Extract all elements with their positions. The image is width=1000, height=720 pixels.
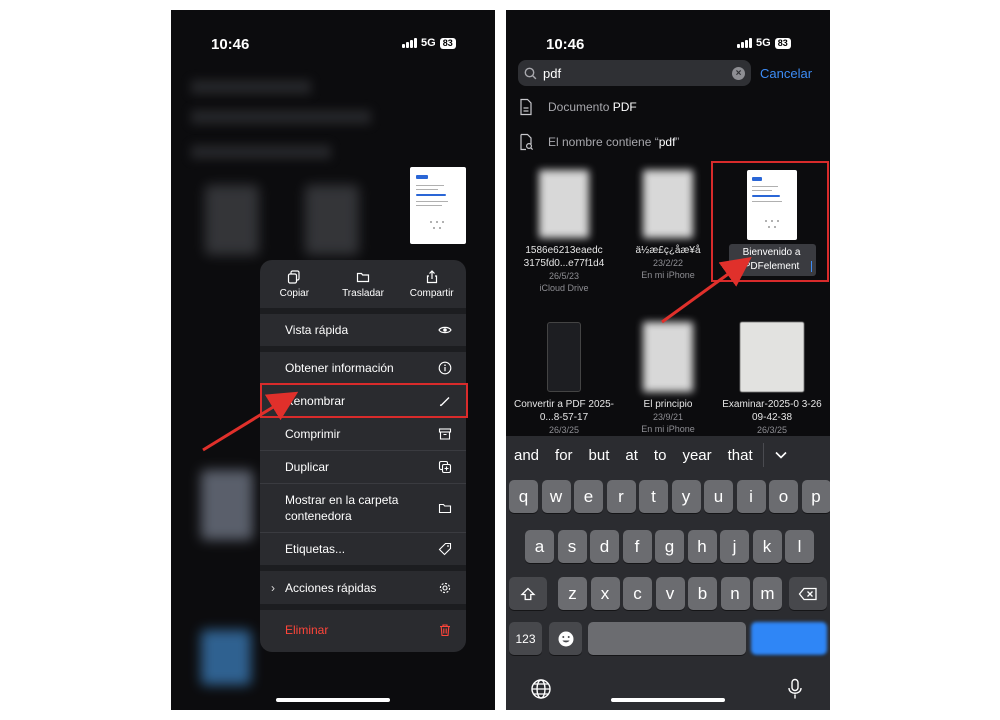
arrow-to-rename-field <box>661 256 752 324</box>
arrow-to-rename <box>202 391 299 452</box>
annotation-arrows <box>202 256 752 452</box>
